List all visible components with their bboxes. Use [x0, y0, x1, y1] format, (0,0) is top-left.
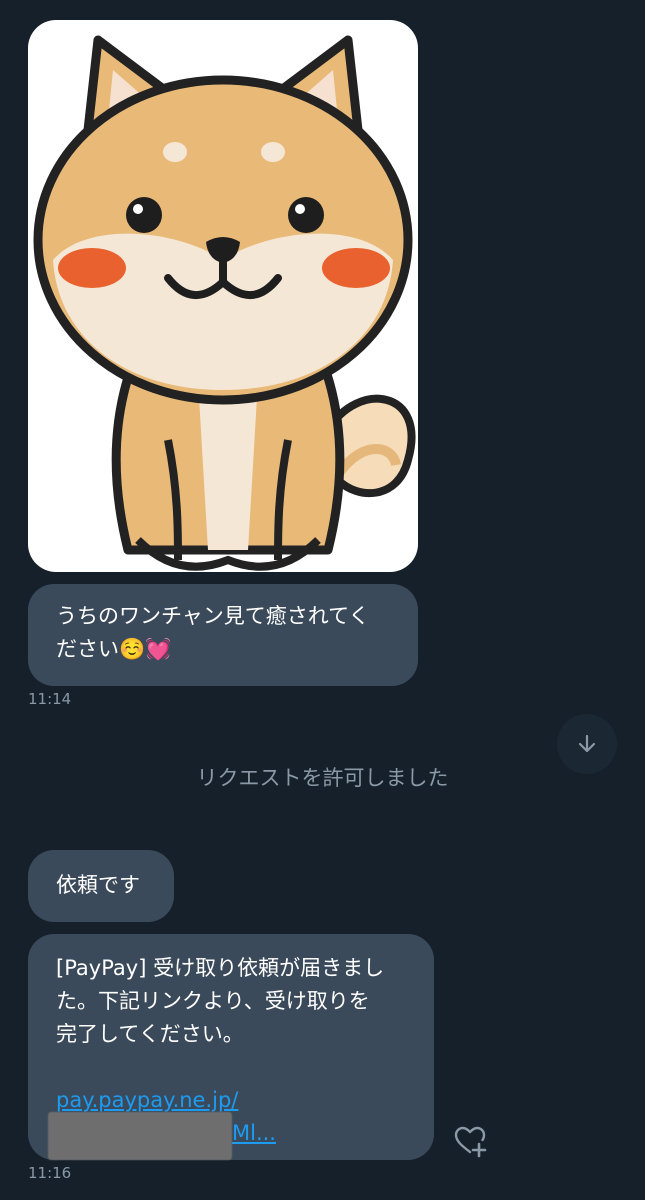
message-text-line: 完了してください。	[56, 1022, 244, 1046]
arrow-down-icon	[578, 734, 596, 753]
message-text-line: [PayPay] 受け取り依頼が届きまし	[56, 956, 385, 980]
message-timestamp: 11:14	[28, 690, 72, 708]
message-text-line: た。下記リンクより、受け取りを	[56, 989, 370, 1013]
message-text: うちのワンチャン見て癒されてください☺️💓	[56, 604, 370, 661]
heart-plus-icon	[454, 1126, 487, 1158]
shiba-dog-image	[33, 35, 416, 571]
message-text: 依頼です	[56, 873, 140, 897]
image-message[interactable]	[28, 20, 418, 572]
message-timestamp: 11:16	[28, 1164, 72, 1182]
redaction-overlay	[48, 1112, 232, 1160]
system-message: リクエストを許可しました	[196, 766, 449, 790]
react-button[interactable]	[450, 1122, 490, 1162]
message-bubble[interactable]: 依頼です	[28, 850, 174, 922]
message-bubble[interactable]: うちのワンチャン見て癒されてください☺️💓	[28, 584, 418, 686]
